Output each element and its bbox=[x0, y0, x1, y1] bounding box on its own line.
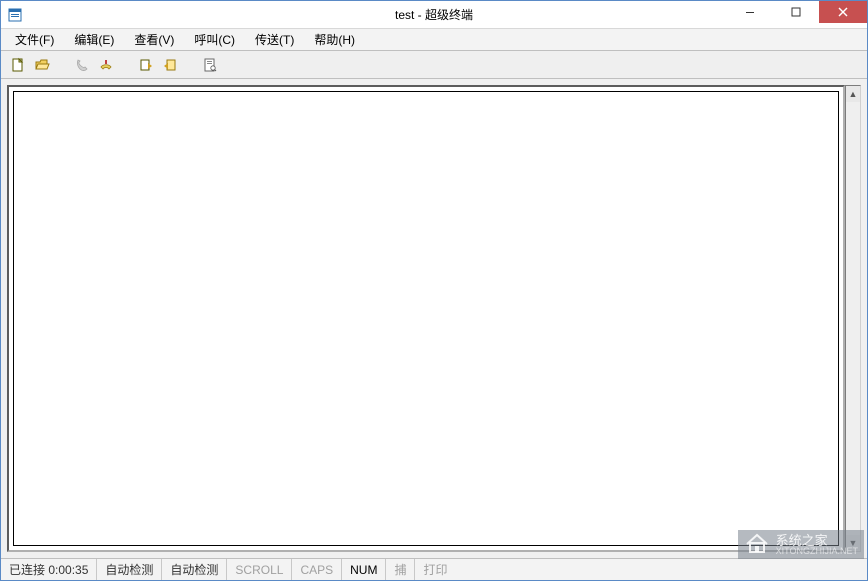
window-controls bbox=[727, 1, 867, 23]
toolbar bbox=[1, 51, 867, 79]
scroll-up-arrow-icon[interactable]: ▲ bbox=[846, 86, 860, 102]
status-caps: CAPS bbox=[292, 559, 342, 580]
terminal-frame bbox=[7, 85, 845, 552]
status-print: 打印 bbox=[415, 559, 867, 580]
phone-hangup-icon bbox=[98, 57, 114, 73]
phone-call-icon bbox=[74, 57, 90, 73]
status-connection: 已连接 0:00:35 bbox=[1, 559, 97, 580]
close-button[interactable] bbox=[819, 1, 867, 23]
menubar: 文件(F) 编辑(E) 查看(V) 呼叫(C) 传送(T) 帮助(H) bbox=[1, 29, 867, 51]
open-folder-icon bbox=[34, 57, 50, 73]
status-capture: 捕 bbox=[386, 559, 415, 580]
menu-edit[interactable]: 编辑(E) bbox=[66, 29, 122, 50]
statusbar: 已连接 0:00:35 自动检测 自动检测 SCROLL CAPS NUM 捕 … bbox=[1, 558, 867, 580]
terminal-view[interactable] bbox=[13, 91, 839, 546]
status-num: NUM bbox=[342, 559, 386, 580]
status-autodetect-2: 自动检测 bbox=[162, 559, 227, 580]
menu-file[interactable]: 文件(F) bbox=[7, 29, 62, 50]
menu-view[interactable]: 查看(V) bbox=[126, 29, 182, 50]
properties-icon bbox=[202, 57, 218, 73]
call-button[interactable] bbox=[71, 54, 93, 76]
send-button[interactable] bbox=[135, 54, 157, 76]
receive-file-icon bbox=[162, 57, 178, 73]
vertical-scrollbar[interactable]: ▲ ▼ bbox=[845, 85, 861, 552]
app-icon bbox=[7, 7, 23, 23]
app-window: test - 超级终端 文件(F) 编辑(E) 查看(V) 呼叫(C) 传送(T… bbox=[0, 0, 868, 581]
menu-transfer[interactable]: 传送(T) bbox=[247, 29, 302, 50]
new-file-icon bbox=[10, 57, 26, 73]
receive-button[interactable] bbox=[159, 54, 181, 76]
scroll-down-arrow-icon[interactable]: ▼ bbox=[846, 535, 860, 551]
menu-help[interactable]: 帮助(H) bbox=[306, 29, 363, 50]
hangup-button[interactable] bbox=[95, 54, 117, 76]
properties-button[interactable] bbox=[199, 54, 221, 76]
titlebar: test - 超级终端 bbox=[1, 1, 867, 29]
open-button[interactable] bbox=[31, 54, 53, 76]
new-button[interactable] bbox=[7, 54, 29, 76]
status-scroll: SCROLL bbox=[227, 559, 292, 580]
menu-call[interactable]: 呼叫(C) bbox=[186, 29, 243, 50]
maximize-button[interactable] bbox=[773, 1, 819, 23]
client-area: ▲ ▼ bbox=[1, 79, 867, 558]
minimize-button[interactable] bbox=[727, 1, 773, 23]
status-autodetect-1: 自动检测 bbox=[97, 559, 162, 580]
send-file-icon bbox=[138, 57, 154, 73]
